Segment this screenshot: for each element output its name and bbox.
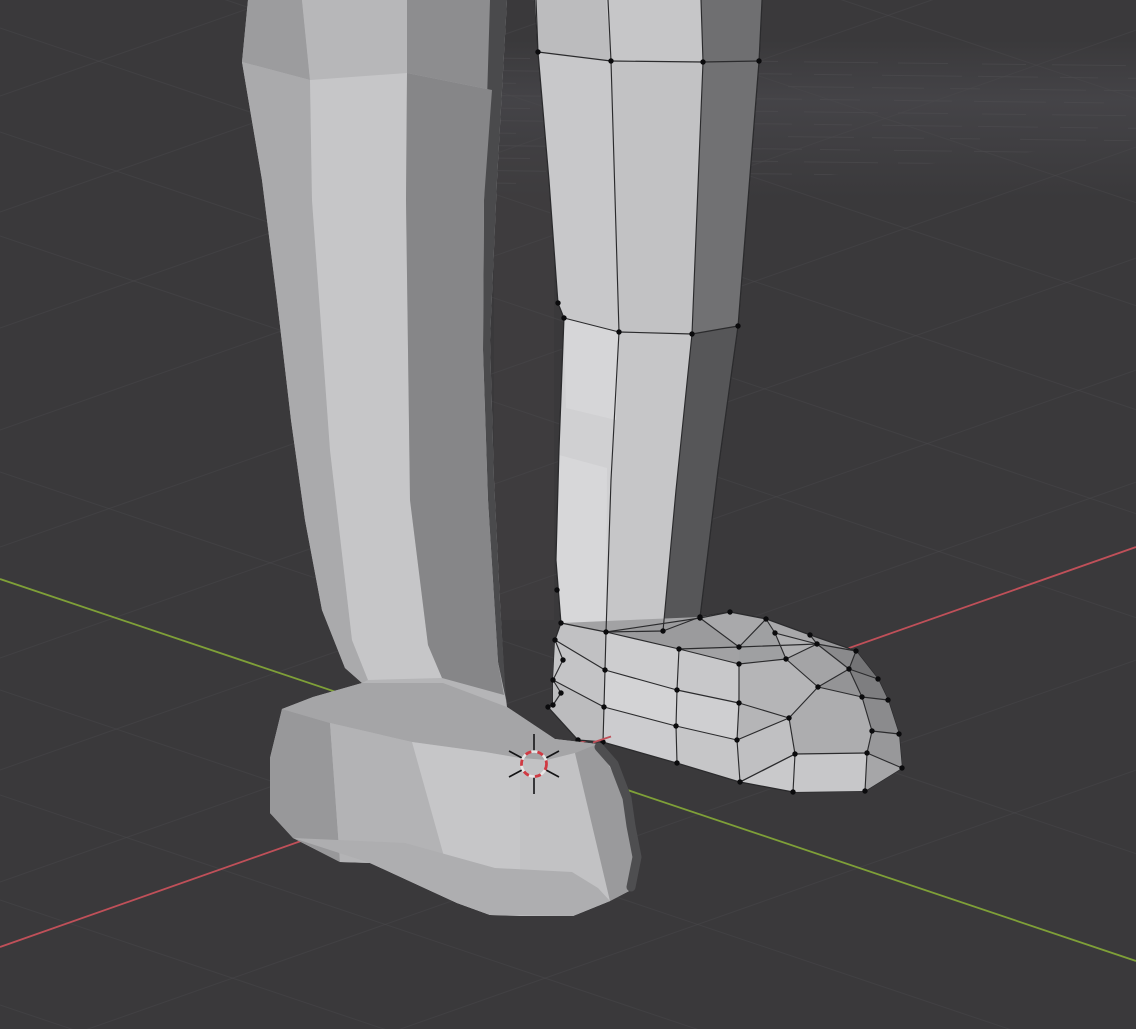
face-knee-highlight[interactable] (564, 318, 619, 420)
mesh-vertex[interactable] (552, 637, 557, 642)
mesh-vertex[interactable] (859, 694, 864, 699)
mesh-vertex[interactable] (558, 620, 563, 625)
mesh-vertex[interactable] (862, 788, 867, 793)
mesh-vertex[interactable] (786, 715, 791, 720)
mesh-vertex[interactable] (555, 300, 560, 305)
mesh-vertex[interactable] (869, 728, 874, 733)
mesh-vertex[interactable] (601, 704, 606, 709)
mesh-vertex[interactable] (896, 731, 901, 736)
mesh-vertex[interactable] (550, 677, 555, 682)
mesh-vertex[interactable] (608, 58, 613, 63)
mesh-vertex[interactable] (735, 323, 740, 328)
mesh-vertex[interactable] (736, 700, 741, 705)
face-thigh-dark-upper[interactable] (701, 0, 762, 62)
mesh-vertex[interactable] (772, 630, 777, 635)
mesh-vertex[interactable] (885, 697, 890, 702)
mesh-vertex[interactable] (807, 632, 812, 637)
mesh-vertex[interactable] (560, 657, 565, 662)
mesh-vertex[interactable] (756, 58, 761, 63)
face-thigh-center[interactable] (611, 61, 703, 334)
mesh-vertex[interactable] (603, 629, 608, 634)
mesh-vertex[interactable] (674, 687, 679, 692)
mesh-vertex[interactable] (814, 641, 819, 646)
mesh-vertex[interactable] (616, 329, 621, 334)
mesh-vertex[interactable] (792, 751, 797, 756)
blender-3d-viewport[interactable] (0, 0, 1136, 1029)
mesh-vertex[interactable] (875, 676, 880, 681)
mesh-vertex[interactable] (602, 667, 607, 672)
mesh-vertex[interactable] (550, 702, 555, 707)
mesh-vertex[interactable] (727, 609, 732, 614)
mesh-vertex[interactable] (697, 615, 702, 620)
mesh-vertex[interactable] (783, 656, 788, 661)
mesh-vertex[interactable] (545, 704, 550, 709)
mesh-vertex[interactable] (736, 661, 741, 666)
mesh-vertex[interactable] (660, 628, 665, 633)
face-thigh-center-upper[interactable] (606, 0, 703, 62)
face-ankle-highlight[interactable] (556, 455, 607, 632)
mesh-vertex[interactable] (763, 616, 768, 621)
mesh-vertex[interactable] (535, 49, 540, 54)
face-shin-upper-center[interactable] (302, 0, 407, 80)
face-toe-bottom[interactable] (793, 753, 867, 792)
mesh-vertex[interactable] (853, 648, 858, 653)
mesh-vertex[interactable] (737, 779, 742, 784)
between-legs-glow (494, 150, 554, 620)
mesh-vertex[interactable] (561, 315, 566, 320)
mesh-vertex[interactable] (689, 331, 694, 336)
mesh-vertex[interactable] (558, 690, 563, 695)
mesh-vertex[interactable] (676, 646, 681, 651)
mesh-vertex[interactable] (899, 765, 904, 770)
mesh-vertex[interactable] (864, 750, 869, 755)
mesh-vertex[interactable] (846, 666, 851, 671)
mesh-vertex[interactable] (554, 587, 559, 592)
mesh-vertex[interactable] (790, 789, 795, 794)
viewport-canvas[interactable] (0, 0, 1136, 1029)
mesh-vertex[interactable] (734, 737, 739, 742)
mesh-vertex[interactable] (815, 684, 820, 689)
mesh-vertex[interactable] (700, 59, 705, 64)
mesh-vertex[interactable] (674, 760, 679, 765)
mesh-vertex[interactable] (736, 644, 741, 649)
face-thigh-left-upper[interactable] (535, 0, 611, 61)
mesh-vertex[interactable] (673, 723, 678, 728)
